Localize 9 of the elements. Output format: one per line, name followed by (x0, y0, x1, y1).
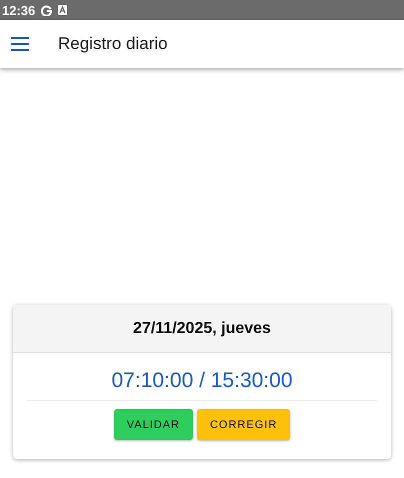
hours-text: 07:10:00 / 15:30:00 (27, 369, 377, 401)
status-time: 12:36 (2, 2, 36, 18)
notification-icon (58, 5, 68, 15)
action-button[interactable]: VALIDAR (114, 409, 193, 440)
menu-icon[interactable] (11, 37, 29, 51)
google-icon (41, 4, 52, 16)
date-label: 27/11/2025, jueves (133, 320, 271, 338)
app-title: Registro diario (58, 34, 168, 54)
action-button[interactable]: CORREGIR (196, 409, 290, 440)
